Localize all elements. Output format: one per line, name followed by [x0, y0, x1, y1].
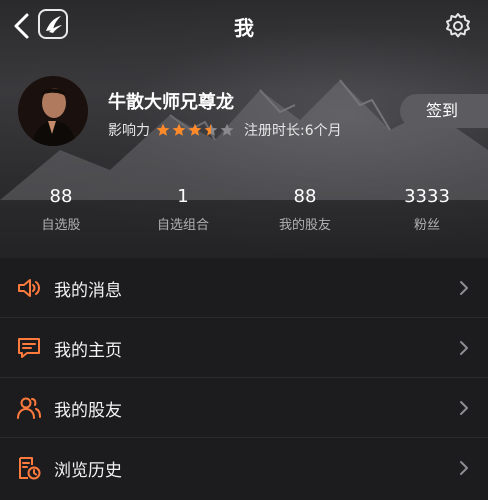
history-icon: [19, 457, 41, 480]
stat-value: 1: [177, 186, 189, 207]
stat-label: 自选股: [41, 218, 81, 233]
stat-label: 自选组合: [156, 218, 209, 233]
profile-header: 我 牛散大师兄尊龙 影响力 注册时长:6个月 签到 88 自选股 1 自选组合: [0, 0, 488, 258]
star-icon: [204, 123, 218, 136]
star-icon: [188, 123, 202, 136]
stat-value: 88: [49, 186, 73, 207]
menu-label: 我的消息: [54, 281, 122, 301]
menu-item-history[interactable]: 浏览历史: [0, 438, 488, 497]
settings-gear-icon[interactable]: [444, 12, 472, 40]
menu-label: 我的主页: [54, 341, 122, 361]
star-icon: [220, 123, 234, 136]
speaker-icon: [18, 279, 40, 297]
stat-value: 3333: [404, 186, 450, 207]
chevron-right-icon: [460, 341, 468, 355]
top-bar: 我: [0, 0, 488, 52]
avatar[interactable]: [18, 76, 88, 146]
page-title: 我: [234, 16, 254, 40]
username: 牛散大师兄尊龙: [108, 92, 234, 113]
stat-portfolios[interactable]: 1 自选组合: [122, 186, 244, 236]
menu-label: 我的股友: [54, 401, 122, 421]
stat-watchlist[interactable]: 88 自选股: [0, 186, 122, 236]
stat-label: 粉丝: [413, 218, 440, 233]
star-icon: [172, 123, 186, 136]
chevron-right-icon: [460, 281, 468, 295]
influence-label: 影响力: [108, 123, 150, 139]
users-icon: [17, 397, 41, 419]
chevron-right-icon: [460, 401, 468, 415]
menu-item-messages[interactable]: 我的消息: [0, 258, 488, 318]
rating-stars: [156, 123, 236, 137]
menu-item-homepage[interactable]: 我的主页: [0, 318, 488, 378]
menu-label: 浏览历史: [54, 461, 122, 481]
stats-row: 88 自选股 1 自选组合 88 我的股友 3333 粉丝: [0, 186, 488, 236]
stat-fans[interactable]: 3333 粉丝: [366, 186, 488, 236]
register-duration: 注册时长:6个月: [244, 123, 342, 139]
star-icon: [156, 123, 170, 136]
menu-list: 我的消息 我的主页 我的股友 浏览历史: [0, 258, 488, 497]
menu-item-friends[interactable]: 我的股友: [0, 378, 488, 438]
stat-label: 我的股友: [278, 218, 331, 233]
user-photo: [18, 76, 88, 146]
stat-friends[interactable]: 88 我的股友: [244, 186, 366, 236]
chevron-right-icon: [460, 461, 468, 475]
message-icon: [18, 338, 40, 358]
influence-row: 影响力 注册时长:6个月: [108, 120, 342, 140]
stat-value: 88: [293, 186, 317, 207]
signin-button[interactable]: 签到: [400, 94, 488, 128]
